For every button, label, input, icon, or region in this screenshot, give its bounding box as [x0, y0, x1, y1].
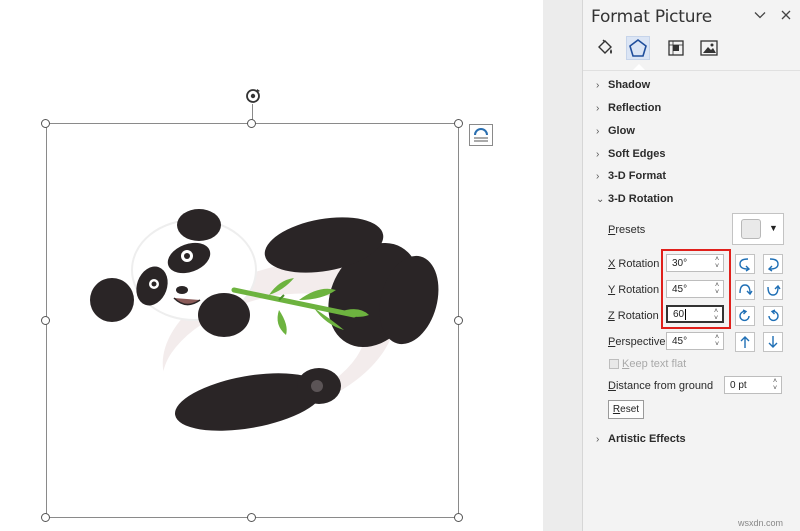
- rotate-clockwise-icon[interactable]: [763, 306, 783, 326]
- chevron-right-icon: ›: [596, 125, 600, 137]
- perspective-label: Perspective: [608, 336, 666, 348]
- chevron-right-icon: ›: [596, 102, 600, 114]
- perspective-input[interactable]: 45° ˄ ˅: [666, 332, 724, 350]
- section-soft-edges[interactable]: › Soft Edges: [596, 146, 665, 162]
- close-icon[interactable]: [779, 8, 793, 22]
- caret-down-icon: ▼: [769, 223, 778, 233]
- section-3d-format[interactable]: › 3-D Format: [596, 168, 666, 184]
- chevron-right-icon: ›: [596, 433, 600, 445]
- chevron-down-icon: ⌄: [596, 193, 605, 205]
- section-3d-rotation[interactable]: ⌄ 3-D Rotation: [596, 191, 673, 207]
- section-glow[interactable]: › Glow: [596, 123, 635, 139]
- preset-swatch: [741, 219, 761, 239]
- spin-arrows-icon[interactable]: ˄ ˅: [771, 378, 779, 392]
- resize-handle-right[interactable]: [454, 316, 463, 325]
- chevron-right-icon: ›: [596, 148, 600, 160]
- panda-illustration: [90, 209, 439, 431]
- arrow-down-icon[interactable]: [763, 332, 783, 352]
- rotate-down-icon[interactable]: [763, 280, 783, 300]
- section-artistic-effects[interactable]: › Artistic Effects: [596, 431, 686, 447]
- tab-divider: [583, 70, 800, 71]
- z-rotation-label: Z Rotation: [608, 310, 659, 322]
- resize-handle-bottom-left[interactable]: [41, 513, 50, 522]
- resize-handle-bottom-right[interactable]: [454, 513, 463, 522]
- rotate-counterclockwise-icon[interactable]: [735, 306, 755, 326]
- chevron-right-icon: ›: [596, 79, 600, 91]
- rotate-up-icon[interactable]: [735, 280, 755, 300]
- keep-text-flat-label: Keep text flat: [622, 358, 687, 370]
- pentagon-icon[interactable]: [626, 36, 650, 60]
- section-reflection[interactable]: › Reflection: [596, 100, 661, 116]
- spin-arrows-icon[interactable]: ˄ ˅: [713, 334, 721, 348]
- layout-options-icon[interactable]: [469, 124, 493, 146]
- keep-text-flat-checkbox[interactable]: [609, 359, 619, 369]
- resize-handle-top-left[interactable]: [41, 119, 50, 128]
- section-shadow[interactable]: › Shadow: [596, 77, 650, 93]
- resize-handle-top[interactable]: [247, 119, 256, 128]
- paint-bucket-icon[interactable]: [593, 36, 617, 60]
- distance-label: Distance from ground: [608, 380, 714, 392]
- distance-input[interactable]: 0 pt ˄ ˅: [724, 376, 782, 394]
- picture-icon[interactable]: [697, 36, 721, 60]
- rotate-right-icon[interactable]: [763, 254, 783, 274]
- red-highlight-box: [661, 249, 731, 329]
- presets-label: Presets: [608, 224, 646, 236]
- y-rotation-label: Y Rotation: [608, 284, 660, 296]
- chevron-down-icon[interactable]: [753, 8, 767, 22]
- chevron-right-icon: ›: [596, 170, 600, 182]
- pane-title: Format Picture: [591, 7, 712, 27]
- rotate-handle-icon[interactable]: [243, 86, 263, 106]
- presets-dropdown[interactable]: ▼: [732, 213, 784, 245]
- arrow-up-icon[interactable]: [735, 332, 755, 352]
- resize-handle-bottom[interactable]: [247, 513, 256, 522]
- size-properties-icon[interactable]: [664, 36, 688, 60]
- reset-button[interactable]: Reset: [608, 400, 644, 419]
- x-rotation-label: X Rotation: [608, 258, 660, 270]
- rotate-left-icon[interactable]: [735, 254, 755, 274]
- resize-handle-top-right[interactable]: [454, 119, 463, 128]
- watermark: wsxdn.com: [738, 518, 784, 528]
- resize-handle-left[interactable]: [41, 316, 50, 325]
